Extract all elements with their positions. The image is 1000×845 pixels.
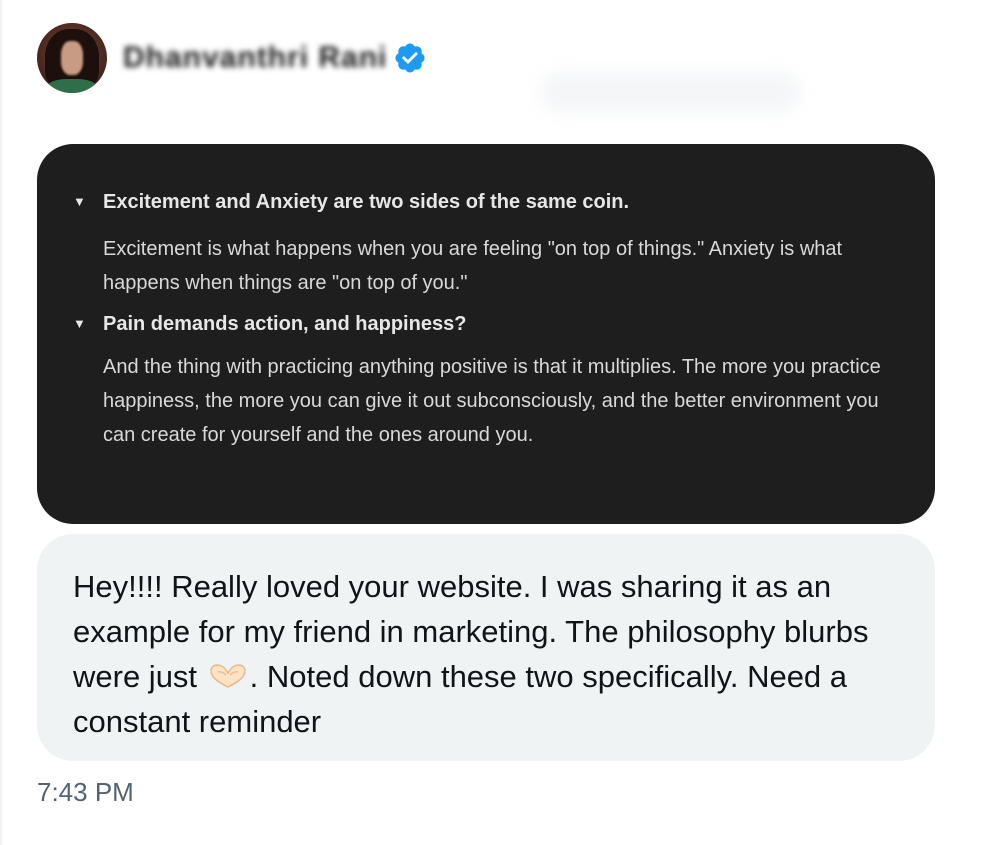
toggle-item-pain[interactable]: ▼ Pain demands action, and happiness? An… — [73, 310, 885, 452]
heart-hands-icon — [208, 656, 248, 688]
toggle-body-text: Excitement is what happens when you are … — [103, 238, 843, 294]
sender-name-block[interactable]: Dhanvanthri Rani — [123, 41, 427, 75]
toggle-down-icon[interactable]: ▼ — [73, 310, 103, 338]
toggle-item-excitement[interactable]: ▼ Excitement and Anxiety are two sides o… — [73, 188, 885, 300]
toggle-heading-text: Excitement and Anxiety are two sides of … — [103, 191, 630, 213]
sender-name[interactable]: Dhanvanthri Rani — [123, 41, 387, 75]
blurred-artifact — [540, 72, 800, 112]
message-bubble[interactable]: Hey!!!! Really loved your website. I was… — [37, 534, 935, 761]
avatar[interactable] — [37, 23, 107, 93]
toggle-down-icon[interactable]: ▼ — [73, 188, 103, 216]
avatar-shirt — [47, 79, 97, 93]
left-divider — [0, 0, 2, 845]
toggle-heading[interactable]: ▼ Excitement and Anxiety are two sides o… — [73, 188, 885, 216]
message-timestamp: 7:43 PM — [37, 777, 134, 807]
message-header: Dhanvanthri Rani — [37, 22, 427, 94]
toggle-heading-text: Pain demands action, and happiness? — [103, 313, 467, 335]
message-text: Hey!!!! Really loved your website. I was… — [73, 564, 895, 744]
shared-image-card[interactable]: ▼ Excitement and Anxiety are two sides o… — [37, 144, 935, 524]
toggle-heading[interactable]: ▼ Pain demands action, and happiness? — [73, 310, 885, 338]
toggle-body-text: And the thing with practicing anything p… — [103, 356, 881, 446]
avatar-face — [61, 41, 83, 75]
verified-badge-icon — [393, 41, 427, 75]
